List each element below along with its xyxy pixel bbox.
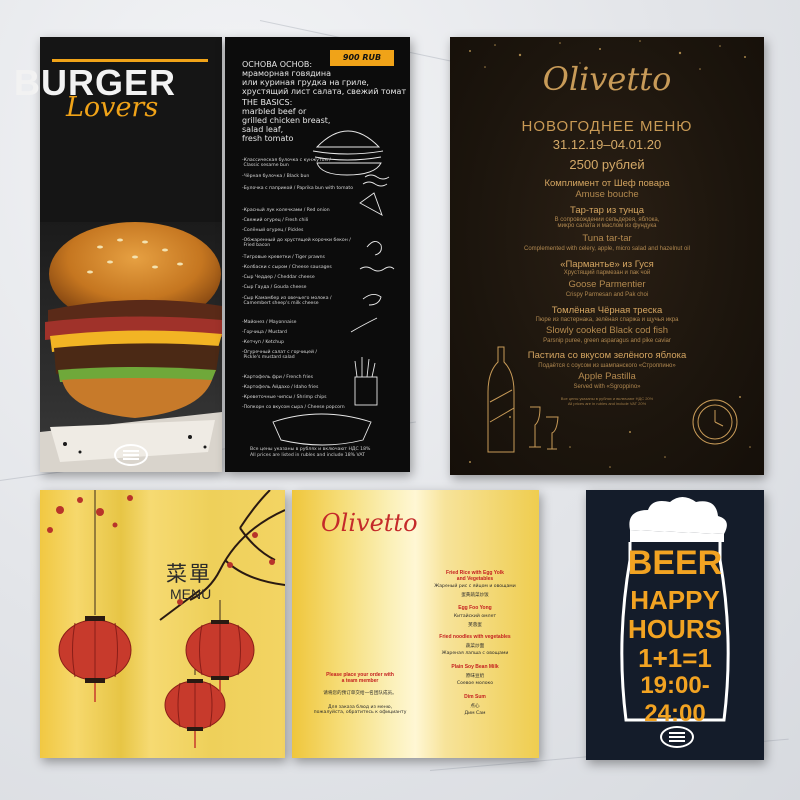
course-desc-en: Crispy Parmesan and Pak choi <box>565 292 649 298</box>
course-desc-ru: Подаётся с соусом из шампанского «Стропп… <box>538 363 676 369</box>
gold-sparkles-decoration <box>469 40 751 468</box>
ny-dates: 31.12.19–04.01.20 <box>552 137 662 152</box>
course-title-en: Goose Parmentier <box>568 279 646 290</box>
course-title-en: Amuse bouche <box>575 189 639 200</box>
course-title-en: Apple Pastilla <box>578 371 636 382</box>
price-footer: Все цены указаны в рублях и включают НДС… <box>250 447 371 458</box>
chinese-menu-title-en: MENU <box>170 586 212 602</box>
course-desc-ru: В сопровождении сельдерея, яблока, микро… <box>554 217 660 229</box>
ny-brand-logo: Olivetto <box>542 60 672 98</box>
cherry-branch-lanterns-illustration <box>47 490 285 748</box>
dish-name-en: Fried noodles with vegetables <box>439 634 511 640</box>
offer-text: 1+1=1 <box>638 643 712 673</box>
menu-item: -Кетчуп / Ketchup <box>242 340 285 345</box>
menu-item: -Классическая булочка с кунжутом / Class… <box>242 158 331 169</box>
course-desc-en: Served with «Sgroppino» <box>573 384 641 390</box>
dish-name-cn: 芙蓉蛋 <box>468 623 482 628</box>
ny-title: НОВОГОДНЕЕ МЕНЮ <box>521 118 693 135</box>
menu-item: -Обжаренный до хрустящей корочки бекон /… <box>242 238 351 249</box>
burger-photo <box>40 222 222 472</box>
olivetto-brand-logo: Olivetto <box>321 509 418 537</box>
dish-name-en: Egg Foo Yong <box>458 605 492 611</box>
order-notice-cn: 请将您的预订单交给一名团队成员。 <box>323 691 397 696</box>
chinese-menu-title-cn: 菜單 <box>166 562 212 586</box>
menu-item: -Огуречный салат с горчицей / Pickle's m… <box>242 350 317 361</box>
menu-item: -Попкорн со вкусом сыра / Cheese popcorn <box>242 405 345 410</box>
dish-name-ru: Китайский омлет <box>453 614 497 619</box>
course-title-ru: «Пармантье» из Гуся <box>560 259 654 270</box>
dish-name-ru: Соевое молоко <box>456 681 494 686</box>
menu-item: -Булочка с паприкой / Paprika bun with t… <box>242 186 354 191</box>
beer-title: BEER <box>627 544 723 582</box>
menu-item: -Горчица / Mustard <box>242 330 287 335</box>
brand-logo-icon <box>660 726 694 748</box>
dish-name-cn: 点心 <box>470 704 480 709</box>
menu-item: -Сыр Чеддер / Cheddar cheese <box>242 275 315 280</box>
menu-item: -Картофель Айдахо / Idaho fries <box>242 385 319 390</box>
time-start: 19:00- <box>640 672 710 699</box>
course-title-ru: Томлёная Чёрная треска <box>551 305 663 316</box>
menu-item: -Тигровые креветки / Tiger prawns <box>242 255 325 260</box>
menu-item: -Красный лук колечками / Red onion <box>242 208 330 213</box>
dish-name-cn: 蛋黄蔬菜炒饭 <box>461 593 489 598</box>
menu-item: -Сыр Камамбер из овечьего молока / Camem… <box>242 296 332 307</box>
course-title-ru: Пастила со вкусом зелёного яблока <box>527 350 687 361</box>
menu-item: -Майонез / Mayonnaise <box>242 320 297 325</box>
menu-item: -Картофель фри / French fries <box>242 375 314 380</box>
course-desc-en: Parsnip puree, green asparagus and pike … <box>543 338 671 344</box>
course-title-en: Tuna tar-tar <box>582 233 632 244</box>
dish-name-ru: Дим Сам <box>464 711 486 716</box>
dish-name-en: Dim Sum <box>464 694 486 700</box>
dish-name-cn: 原味豆奶 <box>465 674 485 679</box>
burger-subtitle: Lovers <box>66 92 159 123</box>
menu-item: -Креветочные чипсы / Shrimp chips <box>242 395 327 400</box>
order-notice-ru: Для заказа блюд из меню, пожалуйста, обр… <box>313 705 407 715</box>
course-title-en: Slowly cooked Black cod fish <box>546 325 668 336</box>
course-title-ru: Тар-тар из тунца <box>569 205 645 216</box>
menu-item: -Колбаски с сыром / Cheese sausages <box>242 265 332 270</box>
course-desc-ru: Хрустящий пармезан и пак чой <box>563 270 651 276</box>
course-title-ru: Комплимент от Шеф повара <box>544 178 670 189</box>
course-desc-ru: Пюре из пастернака, зелёная спаржа и щуч… <box>535 317 679 323</box>
basics-header-ru: ОСНОВА ОСНОВ: мраморная говядина или кур… <box>242 60 407 96</box>
basics-header-en: THE BASICS: marbled beef or grilled chic… <box>242 98 331 143</box>
brand-logo-icon <box>114 444 148 466</box>
menu-item: -Сыр Гауда / Gouda cheese <box>242 285 307 290</box>
hours-text: HOURS <box>628 614 722 644</box>
new-year-menu <box>450 37 764 475</box>
dish-name-cn: 蔬菜炒面 <box>465 644 485 649</box>
menu-item: -Солёный огурец / Pickles <box>242 228 304 233</box>
ny-fine-print: Все цены указаны в рублях и включают НДС… <box>560 396 654 406</box>
order-notice-en: Please place your order with a team memb… <box>326 672 394 684</box>
ny-price: 2500 рублей <box>569 157 645 172</box>
chinese-menu-cover <box>40 490 285 758</box>
time-end: 24:00 <box>644 700 706 727</box>
course-desc-en: Complemented with celery, apple, micro s… <box>524 246 690 252</box>
happy-text: HAPPY <box>630 585 720 615</box>
dish-name-en: Plain Soy Bean Milk <box>451 664 499 670</box>
menu-item: -Чёрная булочка / Black bun <box>242 174 310 179</box>
menu-item: -Свежий огурец / Fresh chili <box>242 218 309 223</box>
dish-name-ru: Жареная лапша с овощами <box>441 651 509 656</box>
dish-name-en: Fried Rice with Egg Yolk and Vegetables <box>446 570 504 582</box>
dish-name-ru: Жареный рис с яйцом и овощами <box>434 584 516 589</box>
